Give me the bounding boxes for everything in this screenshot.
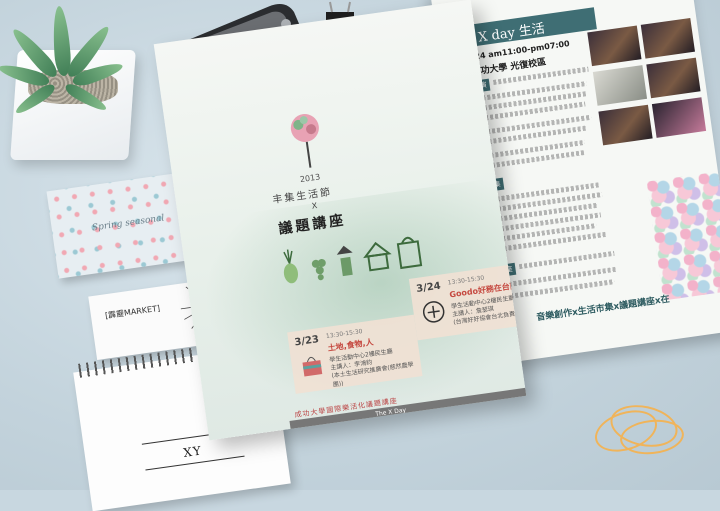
grapes-icon	[311, 258, 326, 281]
card-script-text: Spring seasonal	[91, 213, 166, 234]
flyer-photo	[598, 104, 653, 146]
flyer-dot-pattern	[646, 170, 720, 301]
farmer-icon	[336, 245, 353, 277]
flyer-photo	[646, 57, 701, 99]
flower-tree-icon	[290, 113, 319, 168]
desk-scene: Spring seasonal [霹靂MARKET] XY the X day …	[0, 0, 720, 511]
flyer-bottom-text: 音樂創作x生活市集x議題講座x在	[535, 294, 671, 324]
flyer-text-line	[518, 250, 615, 270]
flyer-photo-grid	[587, 17, 716, 190]
business-card-floral: Spring seasonal	[46, 173, 188, 279]
flyer-photo	[640, 17, 695, 59]
flyer-photo	[651, 97, 707, 138]
flyer-photo	[592, 65, 648, 106]
goodo-logo-icon	[422, 301, 445, 323]
card-market-text: [霹靂MARKET]	[104, 303, 161, 321]
event2-date: 3/24	[415, 280, 442, 295]
event1-date: 3/23	[293, 334, 320, 349]
poster-title-x: X	[311, 201, 318, 211]
house-icon	[363, 241, 392, 272]
notebook-label: XY	[182, 443, 203, 460]
pineapple-icon	[283, 249, 299, 284]
woven-bag-icon	[302, 356, 323, 377]
poster-year: 2013	[299, 172, 321, 185]
event-poster: 2013 丰集生活節 X 議題講座 3/23 13:30-15:30 土地,食物…	[153, 0, 527, 441]
bag-icon	[396, 236, 423, 270]
flyer-photo	[587, 25, 642, 67]
